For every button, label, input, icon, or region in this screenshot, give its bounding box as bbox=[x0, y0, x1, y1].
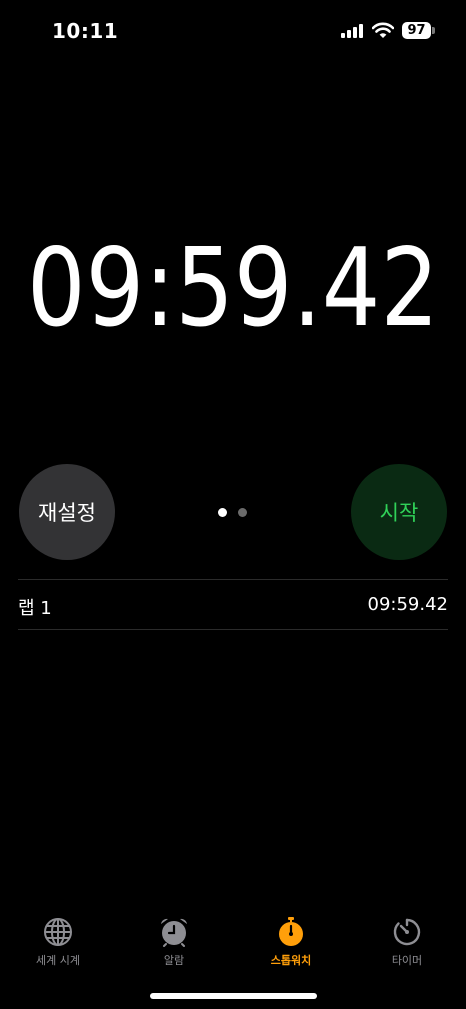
lap-row-divider bbox=[18, 629, 448, 630]
tab-stopwatch[interactable]: 스톱워치 bbox=[233, 900, 349, 980]
lap-list-top-divider bbox=[18, 579, 448, 580]
battery-indicator: 97 bbox=[402, 22, 435, 39]
home-indicator[interactable] bbox=[150, 993, 317, 999]
battery-cap bbox=[432, 27, 435, 34]
lap-time: 09:59.42 bbox=[367, 594, 449, 615]
stopwatch-display-svg: 09:59.42 bbox=[27, 226, 439, 345]
wifi-icon bbox=[372, 22, 394, 38]
status-bar: 10:11 97 bbox=[0, 0, 466, 60]
start-button[interactable]: 시작 bbox=[351, 464, 447, 560]
reset-button[interactable]: 재설정 bbox=[19, 464, 115, 560]
lap-row: 랩 1 09:59.42 bbox=[18, 581, 448, 628]
stopwatch-display: 09:59.42 bbox=[0, 225, 466, 345]
tab-alarm[interactable]: 알람 bbox=[116, 900, 232, 980]
tab-bar: 세계 시계 알람 스톱워치 타이머 bbox=[0, 900, 466, 980]
tab-label: 세계 시계 bbox=[36, 954, 80, 967]
lap-label: 랩 1 bbox=[18, 598, 52, 619]
cellular-signal-icon bbox=[341, 24, 363, 38]
tab-label: 스톱워치 bbox=[270, 954, 312, 967]
page-indicator-dot[interactable] bbox=[238, 508, 247, 517]
alarm-clock-icon bbox=[161, 918, 187, 947]
stopwatch-icon bbox=[279, 917, 303, 946]
battery-level: 97 bbox=[402, 22, 431, 39]
stopwatch-time-text: 09:59.42 bbox=[27, 226, 439, 345]
timer-icon bbox=[393, 918, 421, 946]
status-time: 10:11 bbox=[52, 19, 119, 43]
tab-label: 타이머 bbox=[391, 954, 423, 967]
tab-world-clock[interactable]: 세계 시계 bbox=[0, 900, 116, 980]
globe-icon bbox=[44, 918, 72, 946]
tab-timer[interactable]: 타이머 bbox=[349, 900, 465, 980]
page-indicator-dot-active[interactable] bbox=[218, 508, 227, 517]
tab-label: 알람 bbox=[163, 954, 185, 967]
